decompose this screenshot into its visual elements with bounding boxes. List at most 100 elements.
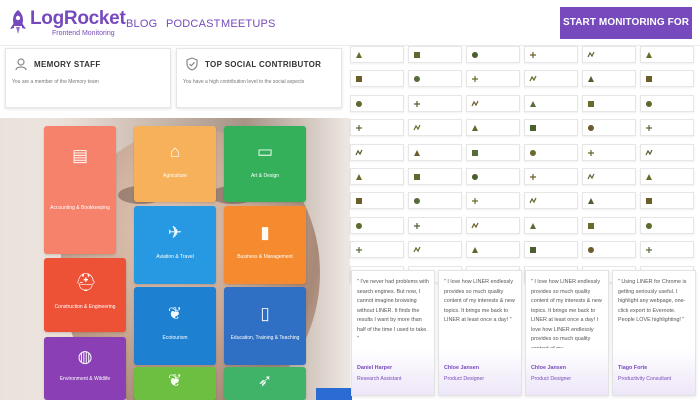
item-glyph-icon (414, 149, 420, 156)
icon-grid-item[interactable] (524, 94, 578, 112)
icon-grid-item[interactable] (640, 168, 694, 185)
icon-grid-item[interactable] (466, 192, 520, 210)
testimonial-card: " Using LINER for Chrome is getting seri… (612, 270, 696, 396)
category-tile[interactable]: ◍ Environment & Wildlife (44, 337, 126, 400)
icon-grid-item[interactable] (350, 192, 404, 210)
icon-grid-item[interactable] (524, 241, 578, 259)
category-tile[interactable]: ▯ Education, Training & Teaching (224, 287, 306, 365)
icon-grid-item[interactable] (582, 143, 636, 161)
globe-icon: ◍ (77, 346, 93, 366)
icon-grid-item[interactable] (524, 192, 578, 210)
item-glyph-icon (529, 149, 536, 156)
icon-grid-item[interactable] (350, 216, 404, 234)
category-tile[interactable]: ▤ Accounting & Bookkeeping (44, 126, 116, 254)
item-glyph-icon (414, 100, 420, 107)
item-glyph-icon (414, 52, 420, 58)
testimonial-quote: " I love how LINER endlessly provides so… (444, 279, 515, 323)
icon-grid-item[interactable] (582, 70, 636, 88)
icon-grid-item[interactable] (350, 94, 404, 112)
icon-grid-item[interactable] (582, 46, 636, 63)
testimonial-footer (613, 349, 695, 395)
icon-grid-item[interactable] (524, 143, 578, 161)
icon-grid-item[interactable] (466, 241, 520, 259)
icon-grid-item[interactable] (640, 46, 694, 63)
category-tile[interactable]: ❦ (134, 367, 216, 400)
category-tile[interactable]: ➶ (224, 367, 306, 400)
icon-grid-item[interactable] (466, 143, 520, 161)
icon-grid-item[interactable] (350, 241, 404, 259)
floating-button[interactable] (316, 388, 352, 400)
badge-title: MEMORY STAFF (34, 60, 101, 69)
category-label: Agriculture (163, 173, 187, 180)
nav-meetups[interactable]: MEETUPS (221, 18, 276, 30)
icon-grid-item[interactable] (408, 70, 462, 88)
icon-grid-item[interactable] (640, 192, 694, 210)
category-tile[interactable]: ▮ Business & Management (224, 206, 306, 284)
category-label: Aviation & Travel (156, 254, 194, 261)
shield-icon (186, 57, 198, 71)
icon-grid-item[interactable] (640, 119, 694, 137)
category-tile[interactable]: ▭ Art & Design (224, 126, 306, 202)
icon-grid-item[interactable] (582, 192, 636, 210)
icon-grid-item[interactable] (582, 119, 636, 137)
item-glyph-icon (530, 100, 536, 107)
icon-grid-item[interactable] (640, 241, 694, 259)
icon-grid-item[interactable] (408, 216, 462, 234)
icon-grid-item[interactable] (640, 70, 694, 88)
icon-grid-item[interactable] (466, 168, 520, 185)
icon-grid-item[interactable] (582, 241, 636, 259)
icon-grid-item[interactable] (408, 46, 462, 63)
icon-grid-item[interactable] (640, 143, 694, 161)
icon-grid-item[interactable] (408, 168, 462, 185)
icon-grid-item[interactable] (466, 46, 520, 63)
icon-grid-item[interactable] (350, 46, 404, 63)
icon-grid-item[interactable] (466, 70, 520, 88)
icon-grid-item[interactable] (408, 143, 462, 161)
icon-grid-item[interactable] (524, 216, 578, 234)
category-tile[interactable]: ⌂ Agriculture (134, 126, 216, 202)
icon-grid-item[interactable] (408, 94, 462, 112)
icon-grid-item[interactable] (582, 168, 636, 185)
icon-grid-item[interactable] (524, 119, 578, 137)
category-label: Construction & Engineering (54, 303, 116, 310)
start-monitoring-button[interactable]: START MONITORING FOR FREE (560, 7, 692, 60)
badge-description: You have a high contribution level to th… (183, 79, 305, 85)
nav-podcast[interactable]: PODCAST (166, 18, 221, 30)
icon-grid-item[interactable] (466, 119, 520, 137)
item-glyph-icon (356, 52, 362, 58)
icon-grid-item[interactable] (524, 46, 578, 63)
item-glyph-icon (646, 76, 652, 83)
item-glyph-icon (472, 247, 478, 254)
icon-grid-item[interactable] (640, 216, 694, 234)
icon-grid-item[interactable] (350, 70, 404, 88)
icon-grid-item[interactable] (640, 94, 694, 112)
icon-grid-item[interactable] (524, 168, 578, 185)
page: LogRocket Frontend Monitoring BLOG PODCA… (0, 0, 700, 400)
icon-grid-item[interactable] (466, 216, 520, 234)
icon-grid-item[interactable] (350, 119, 404, 137)
item-glyph-icon (414, 222, 420, 229)
item-glyph-icon (471, 100, 479, 107)
icon-grid-item[interactable] (466, 94, 520, 112)
icon-grid-item[interactable] (524, 70, 578, 88)
category-label: Ecotourism (162, 335, 188, 342)
logrocket-logo[interactable]: LogRocket Frontend Monitoring (8, 8, 128, 40)
icon-grid-item[interactable] (350, 168, 404, 185)
nav-blog[interactable]: BLOG (126, 18, 157, 30)
testimonial-card: " I love how LINER endlessly provides so… (438, 270, 522, 396)
testimonial-footer (352, 349, 434, 395)
item-glyph-icon (529, 76, 537, 82)
icon-grid-item[interactable] (582, 216, 636, 234)
icon-grid-item[interactable] (350, 143, 404, 161)
leaf-icon: ❦ (167, 304, 183, 323)
icon-grid-item[interactable] (408, 192, 462, 210)
icon-grid-item[interactable] (408, 241, 462, 259)
category-tile[interactable]: ✈ Aviation & Travel (134, 206, 216, 284)
item-glyph-icon (413, 124, 421, 131)
item-glyph-icon (530, 174, 536, 180)
item-glyph-icon (472, 149, 478, 156)
category-tile[interactable]: ⛑ Construction & Engineering (44, 258, 126, 332)
category-tile[interactable]: ❦ Ecotourism (134, 287, 216, 365)
icon-grid-item[interactable] (408, 119, 462, 137)
icon-grid-item[interactable] (582, 94, 636, 112)
